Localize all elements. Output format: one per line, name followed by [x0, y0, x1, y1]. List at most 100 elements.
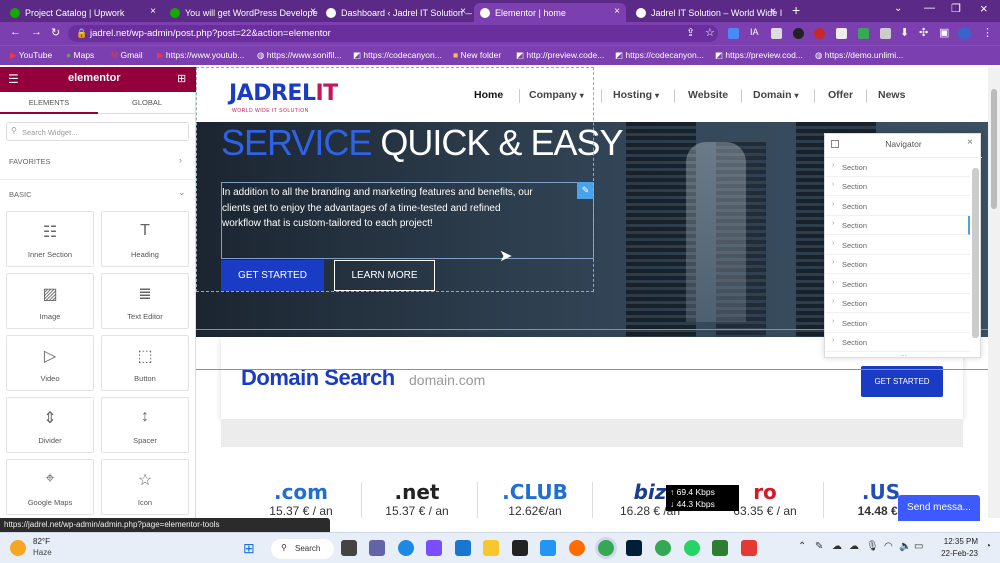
navigator-row[interactable]: › Section	[825, 255, 970, 274]
weather-icon[interactable]	[10, 540, 26, 556]
wifi-icon[interactable]: ◠	[884, 541, 893, 552]
widget-heading[interactable]: T Heading	[101, 211, 189, 267]
page-scrollbar[interactable]	[988, 67, 1000, 518]
navigator-row[interactable]: › Section	[825, 333, 970, 352]
favorites-header[interactable]: FAVORITES	[9, 157, 51, 166]
widget-inner-section[interactable]: ☷ Inner Section	[6, 211, 94, 267]
bookmark-codecanyon[interactable]: ◩ https://codecanyon...	[353, 50, 442, 61]
edge-icon[interactable]	[398, 540, 414, 556]
hamburger-menu-icon[interactable]: ☰	[8, 72, 19, 86]
chrome-profile-icon[interactable]	[655, 540, 671, 556]
close-icon[interactable]: ×	[770, 6, 776, 17]
notification-icon[interactable]: ◔	[985, 541, 991, 552]
widget-icon[interactable]: ☆ Icon	[101, 459, 189, 515]
bookmark-sonifil[interactable]: ◍ https://www.sonifil...	[257, 50, 341, 61]
bookmark-preview-cod[interactable]: ◩ https://preview.cod...	[715, 50, 803, 61]
side-panel-icon[interactable]: ▣	[939, 26, 949, 39]
tab-dashboard[interactable]: Dashboard ‹ Jadrel IT Solution — ×	[320, 3, 472, 22]
apps-grid-icon[interactable]: ⊞	[177, 72, 186, 85]
navigator-row[interactable]: › Section	[825, 236, 970, 255]
extension-icon[interactable]	[858, 28, 869, 39]
clock-time[interactable]: 12:35 PM	[934, 537, 978, 546]
edit-pencil-icon[interactable]: ✎	[577, 182, 594, 199]
nav-news[interactable]: News	[878, 89, 905, 101]
taskbar-search-box[interactable]: ⚲ Search	[271, 539, 334, 559]
chevron-right-icon[interactable]: ›	[179, 155, 182, 165]
close-icon[interactable]: ×	[150, 6, 156, 17]
navigator-row[interactable]: › Section	[825, 216, 970, 235]
nav-hosting[interactable]: Hosting ▾	[613, 89, 659, 101]
send-message-chat-button[interactable]: Send messa...	[898, 495, 980, 521]
widget-google-maps[interactable]: ⌖ Google Maps	[6, 459, 94, 515]
cloud-icon[interactable]: ☁	[849, 541, 859, 552]
extension-icon[interactable]	[836, 28, 847, 39]
close-icon[interactable]: ×	[460, 6, 466, 17]
profile-avatar[interactable]	[958, 27, 971, 40]
widget-button[interactable]: ⬚ Button	[101, 335, 189, 391]
tab-upwork-gig[interactable]: You will get WordPress Develope ×	[164, 3, 322, 22]
bookmark-youtube-link[interactable]: ▶ https://www.youtub...	[157, 50, 244, 61]
chevron-up-icon[interactable]: ⌃	[798, 541, 806, 552]
widget-divider[interactable]: ⇕ Divider	[6, 397, 94, 453]
extension-icon[interactable]	[880, 28, 891, 39]
tab-elementor[interactable]: Elementor | home ×	[474, 3, 626, 22]
navigator-row[interactable]: › Section	[825, 294, 970, 313]
maximize-icon[interactable]: ❐	[951, 2, 961, 15]
back-icon[interactable]: ←	[10, 26, 21, 38]
widget-video[interactable]: ▷ Video	[6, 335, 94, 391]
tab-elements[interactable]: ELEMENTS	[0, 92, 98, 114]
app-icon[interactable]	[512, 540, 528, 556]
nav-company[interactable]: Company ▾	[529, 89, 584, 101]
nav-domain[interactable]: Domain ▾	[753, 89, 798, 101]
close-icon[interactable]: ×	[967, 137, 973, 148]
hero-text-editor[interactable]: In addition to all the branding and mark…	[221, 182, 594, 259]
site-logo[interactable]: JADRELIT	[229, 81, 338, 106]
bookmark-maps[interactable]: ● Maps	[66, 50, 94, 60]
widget-text-editor[interactable]: ≣ Text Editor	[101, 273, 189, 329]
resize-handle-icon[interactable]: ⋯	[825, 352, 982, 360]
bookmark-codecanyon-2[interactable]: ◩ https://codecanyon...	[615, 50, 704, 61]
close-icon[interactable]: ×	[614, 6, 620, 17]
tab-global[interactable]: GLOBAL	[98, 92, 196, 114]
new-tab-icon[interactable]: +	[792, 2, 800, 18]
url-input[interactable]: 🔒 jadrel.net/wp-admin/post.php?post=22&ac…	[68, 25, 718, 42]
whatsapp-icon[interactable]	[684, 540, 700, 556]
tab-jadrel-site[interactable]: Jadrel IT Solution – World Wide I ×	[630, 3, 782, 22]
chrome-icon[interactable]	[598, 540, 614, 556]
teams-icon[interactable]	[369, 540, 385, 556]
widget-spacer[interactable]: ↕ Spacer	[101, 397, 189, 453]
extension-icon[interactable]	[793, 28, 804, 39]
app-icon[interactable]	[741, 540, 757, 556]
clock-date[interactable]: 22-Feb-23	[934, 549, 978, 558]
extension-icon[interactable]	[814, 28, 825, 39]
bookmark-gmail[interactable]: M Gmail	[111, 50, 143, 60]
reload-icon[interactable]: ↻	[51, 26, 60, 39]
todo-icon[interactable]	[540, 540, 556, 556]
bookmark-new-folder[interactable]: ■ New folder	[453, 50, 501, 60]
copilot-icon[interactable]	[426, 540, 442, 556]
photoshop-icon[interactable]	[626, 540, 642, 556]
widget-search-input[interactable]: ⚲ Search Widget...	[6, 122, 189, 141]
app-icon[interactable]	[712, 540, 728, 556]
learn-more-button[interactable]: LEARN MORE	[334, 260, 435, 291]
mail-icon[interactable]	[455, 540, 471, 556]
navigator-row[interactable]: › Section	[825, 177, 970, 196]
scrollbar-thumb[interactable]	[991, 89, 997, 209]
bookmark-demo-unlimi[interactable]: ◍ https://demo.unlimi...	[815, 50, 903, 61]
nav-website[interactable]: Website	[688, 89, 728, 101]
extension-ia-icon[interactable]: IA	[750, 27, 759, 37]
navigator-row[interactable]: › Section	[825, 275, 970, 294]
volume-icon[interactable]: 🔈	[899, 541, 911, 552]
chevron-down-icon[interactable]: ⌄	[178, 187, 186, 198]
domain-get-started-button[interactable]: GET STARTED	[861, 366, 943, 397]
download-icon[interactable]: ⬇	[900, 26, 909, 39]
battery-icon[interactable]: ▭	[914, 541, 923, 552]
nav-offer[interactable]: Offer	[828, 89, 853, 101]
close-icon[interactable]: ×	[310, 6, 316, 17]
navigator-row[interactable]: › Section	[825, 314, 970, 333]
domain-search-input[interactable]: domain.com	[409, 372, 485, 388]
navigator-row[interactable]: › Section	[825, 197, 970, 216]
onedrive-icon[interactable]: ☁	[832, 541, 842, 552]
get-started-button[interactable]: GET STARTED	[221, 260, 324, 291]
task-view-icon[interactable]	[341, 540, 357, 556]
